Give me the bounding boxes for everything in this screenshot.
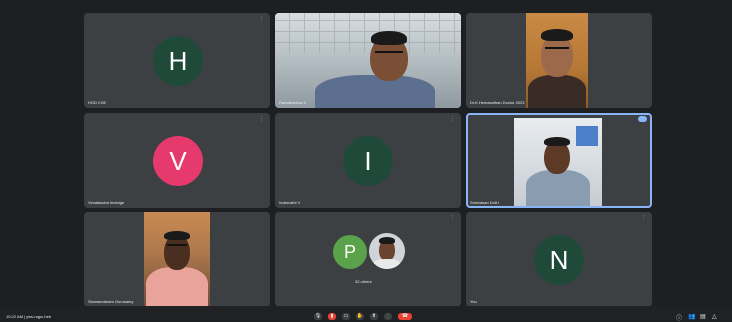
tile-menu-icon[interactable]: ⋮: [259, 116, 264, 122]
info-icon[interactable]: ⓘ: [676, 313, 682, 322]
others-count: 32 others: [355, 279, 372, 284]
camera-icon[interactable]: ▮: [328, 313, 336, 320]
captions-icon[interactable]: ▭: [342, 313, 350, 320]
person-hair: [371, 31, 407, 45]
people-icon[interactable]: 👥: [688, 313, 695, 320]
person-hair: [164, 231, 190, 240]
participant-name: Srinivasan Dott I: [470, 200, 500, 205]
participant-video: [526, 13, 588, 108]
avatar: V: [153, 136, 203, 186]
participant-name: Dr.K.Hemavathan Doctor 2023: [470, 100, 525, 105]
person-body: [315, 75, 435, 108]
participant-tile-3[interactable]: Dr.K.Hemavathan Doctor 2023: [466, 13, 652, 108]
participant-video: [514, 118, 602, 206]
participant-name: Sivanandaram Gurusamy: [88, 299, 134, 304]
more-icon[interactable]: ⋮: [384, 313, 392, 320]
participant-tile-9[interactable]: ⋮ N You: [466, 212, 652, 307]
avatar: H: [153, 36, 203, 86]
activities-icon[interactable]: △: [712, 313, 717, 320]
participant-tile-8[interactable]: ⋮ P 32 others: [275, 212, 461, 307]
person-glasses: [375, 51, 403, 53]
person-body: [526, 170, 590, 206]
person-body: [373, 259, 401, 269]
meeting-time-code: 10:22 AM | yws-nqpc-heb: [6, 314, 52, 319]
wall-poster: [576, 126, 598, 146]
person-hair: [541, 29, 573, 41]
participant-tile-4[interactable]: ⋮ V Vimalasuba Imanige: [84, 113, 270, 208]
present-icon[interactable]: ⬆: [370, 313, 378, 320]
speaking-indicator-icon: [638, 116, 647, 122]
participant-thumbnail: [369, 233, 405, 269]
tile-menu-icon[interactable]: ⋮: [259, 16, 264, 22]
tile-menu-icon[interactable]: ⋮: [450, 116, 455, 122]
participant-name: Vimalasuba Imanige: [88, 200, 125, 205]
participant-name: HOD CSE: [88, 100, 107, 105]
end-call-icon[interactable]: ☎: [398, 313, 412, 320]
participant-tile-7[interactable]: Sivanandaram Gurusamy: [84, 212, 270, 307]
participant-tile-6[interactable]: Srinivasan Dott I: [466, 113, 652, 208]
chat-icon[interactable]: ▤: [700, 313, 706, 320]
tile-menu-icon[interactable]: ⋮: [641, 215, 646, 221]
person-body: [528, 75, 586, 108]
person-glasses: [167, 244, 187, 246]
participant-tile-2[interactable]: Ramakrishna V: [275, 13, 461, 108]
avatar: P: [333, 235, 367, 269]
participant-name: Indarvathi V: [279, 200, 301, 205]
person-body: [146, 267, 208, 307]
avatar: I: [343, 136, 393, 186]
participant-video: [275, 13, 461, 108]
avatar: N: [534, 235, 584, 285]
participant-name: Ramakrishna V: [279, 100, 307, 105]
person-hair: [379, 237, 395, 244]
ceiling-grid: [275, 13, 461, 53]
participant-name: You: [470, 299, 477, 304]
mic-icon[interactable]: 🎙: [314, 313, 322, 320]
meeting-control-bar: [0, 306, 732, 320]
participant-tile-1[interactable]: ⋮ H HOD CSE: [84, 13, 270, 108]
person-hair: [544, 137, 570, 146]
participant-video: [144, 212, 210, 307]
participant-tile-5[interactable]: ⋮ I Indarvathi V: [275, 113, 461, 208]
tile-menu-icon[interactable]: ⋮: [450, 215, 455, 221]
raise-hand-icon[interactable]: ✋: [356, 313, 364, 320]
person-glasses: [545, 47, 569, 49]
